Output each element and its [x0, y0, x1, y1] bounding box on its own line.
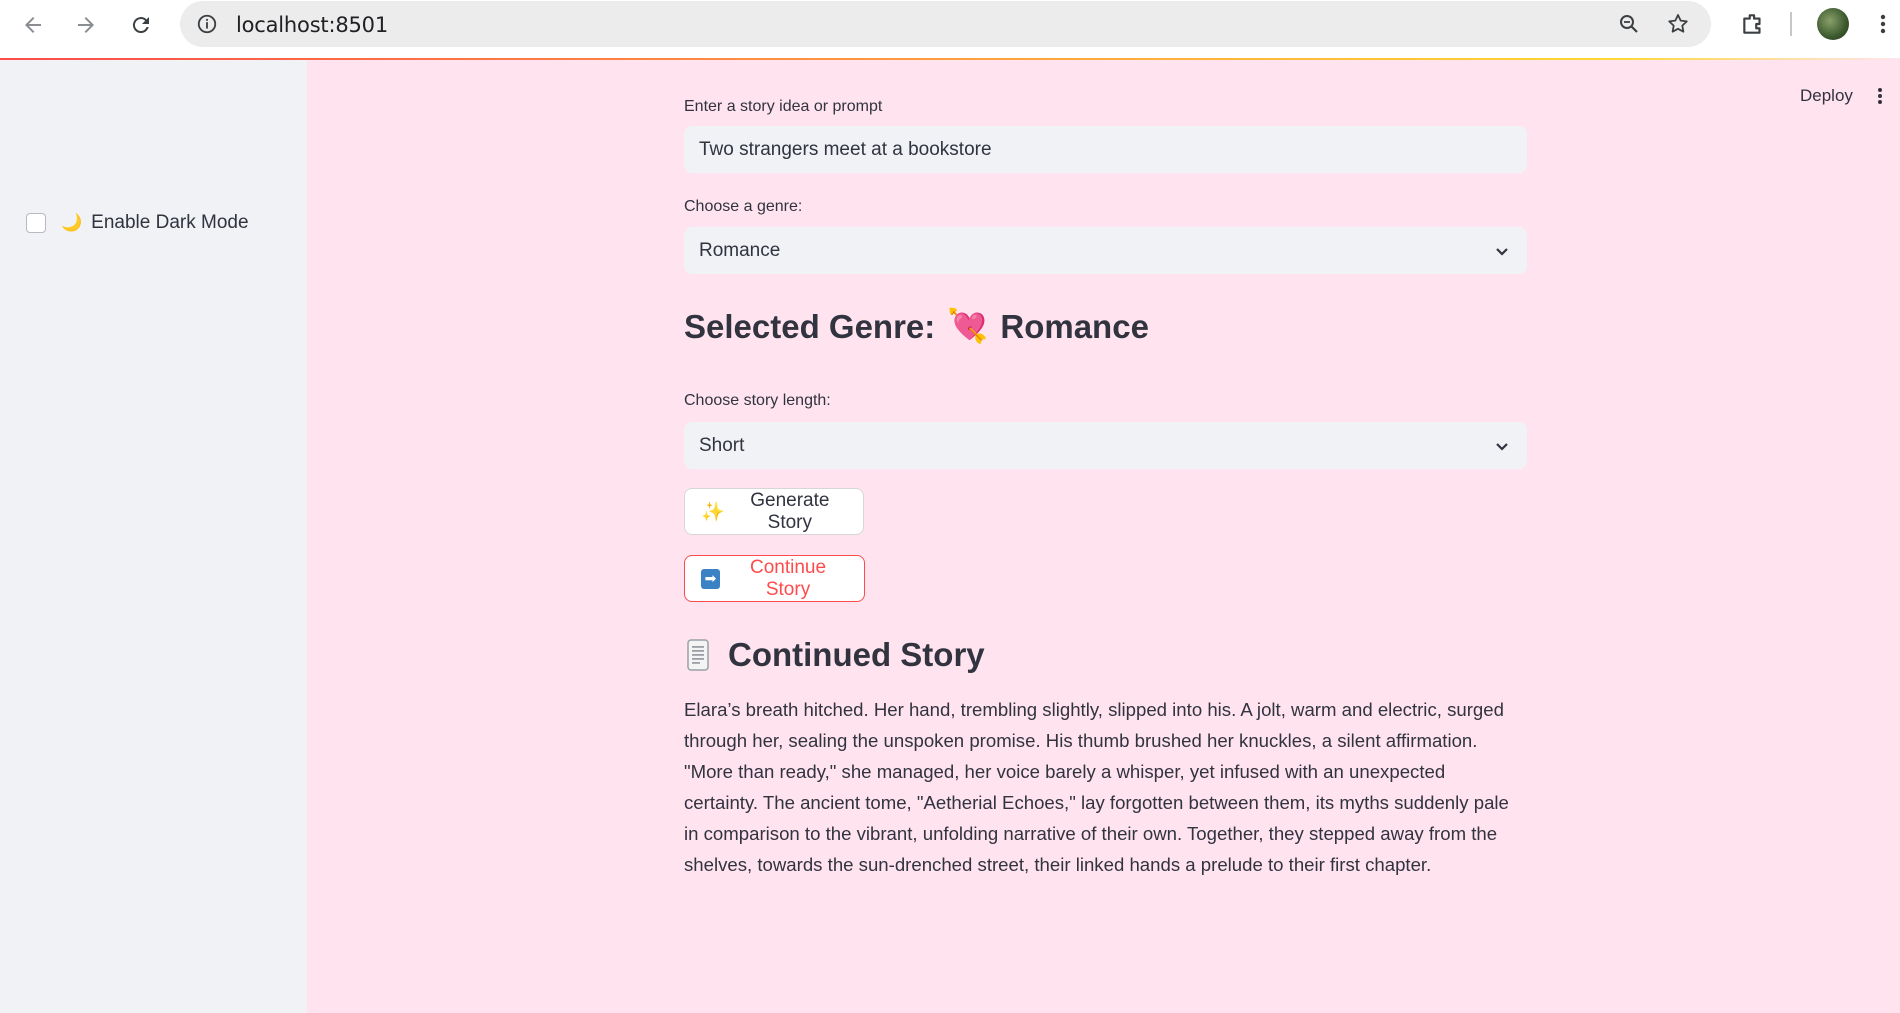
continue-story-label: Continue Story	[750, 556, 827, 600]
main-menu-icon[interactable]	[1872, 83, 1888, 109]
right-arrow-icon: ➡	[701, 568, 721, 589]
story-heading-text: Continued Story	[728, 636, 985, 673]
sparkles-icon: ✨	[701, 501, 725, 523]
selected-genre-heading: Selected Genre: 💘 Romance	[684, 307, 1149, 346]
extensions-icon[interactable]	[1738, 9, 1768, 39]
profile-avatar[interactable]	[1817, 8, 1849, 40]
site-info-icon[interactable]	[192, 9, 222, 39]
generate-story-button[interactable]: ✨ Generate Story	[684, 488, 864, 535]
length-label: Choose story length:	[684, 392, 831, 409]
selected-genre-prefix: Selected Genre:	[684, 307, 936, 345]
heart-arrow-icon: 💘	[947, 307, 989, 344]
story-paragraph: Elara’s breath hitched. Her hand, trembl…	[684, 699, 1509, 875]
chevron-down-icon	[1492, 241, 1512, 261]
generate-story-label: Generate Story	[750, 489, 830, 533]
sidebar: 🌙 Enable Dark Mode	[0, 60, 307, 1013]
continue-story-button[interactable]: ➡ Continue Story	[684, 555, 865, 602]
back-button[interactable]	[18, 10, 48, 40]
dark-mode-label: Enable Dark Mode	[91, 212, 249, 233]
moon-icon: 🌙	[61, 213, 83, 232]
continued-story-heading: Continued Story	[684, 636, 985, 674]
back-arrow-icon	[25, 17, 41, 33]
address-bar[interactable]: localhost:8501	[180, 1, 1711, 47]
toolbar-divider	[1790, 12, 1792, 36]
browser-menu-icon[interactable]	[1873, 9, 1893, 39]
page-title-clipped	[684, 60, 1244, 68]
deploy-button[interactable]: Deploy	[1800, 86, 1853, 106]
forward-arrow-icon	[78, 17, 94, 33]
url-text[interactable]: localhost:8501	[236, 13, 388, 37]
dark-mode-toggle[interactable]: 🌙 Enable Dark Mode	[26, 212, 249, 234]
scroll-icon	[687, 639, 709, 671]
reload-icon	[132, 17, 149, 34]
reload-button[interactable]	[126, 10, 156, 40]
bookmark-star-icon[interactable]	[1664, 10, 1692, 38]
browser-toolbar: localhost:8501	[0, 0, 1900, 58]
genre-select[interactable]: Romance	[684, 227, 1527, 274]
prompt-input-value: Two strangers meet at a bookstore	[699, 138, 992, 160]
genre-select-value: Romance	[699, 239, 781, 261]
length-select-value: Short	[699, 434, 745, 456]
zoom-icon[interactable]	[1615, 10, 1643, 38]
chevron-down-icon	[1492, 436, 1512, 456]
prompt-input[interactable]: Two strangers meet at a bookstore	[684, 126, 1527, 173]
genre-label: Choose a genre:	[684, 198, 803, 215]
dark-mode-checkbox[interactable]	[26, 213, 46, 233]
prompt-label: Enter a story idea or prompt	[684, 98, 883, 115]
forward-button[interactable]	[71, 10, 101, 40]
selected-genre-name: Romance	[1000, 307, 1149, 345]
length-select[interactable]: Short	[684, 422, 1527, 469]
